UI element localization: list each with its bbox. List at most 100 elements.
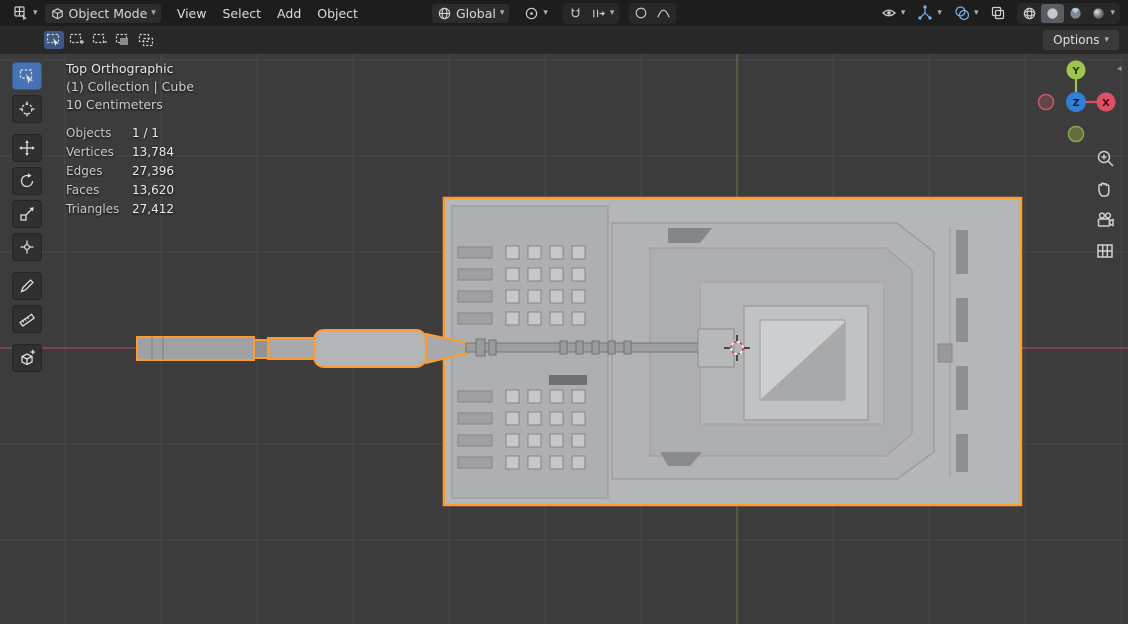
menu-add[interactable]: Add xyxy=(269,3,309,24)
toggle-grid-button[interactable] xyxy=(1093,239,1117,263)
pivot-point-dropdown[interactable]: ▾ xyxy=(519,4,553,23)
shading-material-icon xyxy=(1070,7,1082,19)
stat-label: Triangles xyxy=(66,202,120,216)
magnet-icon xyxy=(571,7,580,17)
tool-cursor[interactable] xyxy=(12,95,42,123)
chevron-down-icon: ▾ xyxy=(499,7,505,18)
stat-value: 13,620 xyxy=(132,183,174,197)
object-visibility-dropdown[interactable]: ▾ xyxy=(876,3,911,23)
proportional-circle-icon xyxy=(636,7,647,19)
stat-label: Faces xyxy=(66,183,100,197)
shading-rendered-button[interactable]: ▾ xyxy=(1087,4,1119,23)
svg-text:Y: Y xyxy=(1071,66,1080,77)
editor-type-icon xyxy=(14,6,27,21)
select-subtract-icon xyxy=(92,33,107,44)
tool-group-annotate xyxy=(12,272,42,333)
stat-value: 27,412 xyxy=(132,202,174,216)
transform-icon xyxy=(20,240,34,254)
options-dropdown[interactable]: Options ▾ xyxy=(1042,29,1120,51)
editor-type-button[interactable]: ▾ xyxy=(8,3,43,23)
stat-label: Edges xyxy=(66,164,103,178)
tool-group-select xyxy=(12,62,42,123)
tool-settings-bar: Options ▾ xyxy=(0,26,1128,54)
tool-select-box[interactable] xyxy=(12,62,42,90)
select-mode-group xyxy=(44,31,156,49)
tool-move[interactable] xyxy=(12,134,42,162)
select-mode-subtract[interactable] xyxy=(90,31,110,49)
pan-button[interactable] xyxy=(1093,177,1117,201)
stat-value: 1 / 1 xyxy=(132,126,159,140)
options-label: Options xyxy=(1053,33,1100,47)
tool-annotate[interactable] xyxy=(12,272,42,300)
gizmo-axis-neg-y[interactable] xyxy=(1067,125,1085,143)
tool-add-cube[interactable] xyxy=(12,344,42,372)
context-label: (1) Collection | Cube xyxy=(66,79,194,94)
svg-text:Z: Z xyxy=(1072,98,1079,109)
zoom-button[interactable] xyxy=(1093,146,1117,170)
stat-label: Vertices xyxy=(66,145,114,159)
rotate-icon xyxy=(20,173,34,188)
gizmo-axis-x[interactable]: X xyxy=(1096,92,1116,112)
select-mode-new[interactable] xyxy=(44,31,64,49)
snap-target-dropdown[interactable]: ▾ xyxy=(587,4,619,23)
tool-measure[interactable] xyxy=(12,305,42,333)
snap-toggle-button[interactable] xyxy=(564,4,587,23)
tool-rotate[interactable] xyxy=(12,167,42,195)
select-mode-extend[interactable] xyxy=(67,31,87,49)
tool-scale[interactable] xyxy=(12,200,42,228)
show-overlays-dropdown[interactable]: ▾ xyxy=(949,3,984,23)
viewport-header: ▾ Object Mode ▾ View Select Add Object G… xyxy=(0,0,1128,26)
gizmo-axis-neg-x[interactable] xyxy=(1037,93,1055,111)
snap-target-icon xyxy=(593,9,605,17)
visibility-eye-icon xyxy=(881,9,896,17)
shading-solid-button[interactable] xyxy=(1041,3,1065,23)
sidebar-toggle[interactable]: ◂ xyxy=(1117,64,1122,74)
chevron-down-icon: ▾ xyxy=(1110,7,1115,18)
shading-mode-group: ▾ xyxy=(1017,2,1120,24)
orientation-dropdown[interactable]: Global ▾ xyxy=(431,3,510,23)
camera-view-button[interactable] xyxy=(1093,208,1117,232)
shading-solid-icon xyxy=(1047,7,1059,19)
gizmo-icon xyxy=(918,5,933,20)
gizmo-axis-y[interactable]: Y xyxy=(1066,60,1086,80)
overlays-icon xyxy=(955,6,970,21)
cursor-icon xyxy=(19,101,35,117)
mode-label: Object Mode xyxy=(68,5,148,21)
svg-text:X: X xyxy=(1102,98,1110,109)
select-mode-invert[interactable] xyxy=(113,31,133,49)
chevron-down-icon: ▾ xyxy=(973,7,979,18)
mode-dropdown[interactable]: Object Mode ▾ xyxy=(44,3,161,23)
gizmo-axis-z[interactable]: Z xyxy=(1066,92,1086,112)
menu-view[interactable]: View xyxy=(169,3,215,24)
transform-orientation-group: Global ▾ xyxy=(431,3,510,23)
viewport-info-overlay: Top Orthographic (1) Collection | Cube 1… xyxy=(66,60,194,114)
select-mode-intersect[interactable] xyxy=(136,31,156,49)
grid-ortho-icon xyxy=(1097,244,1113,258)
select-box-icon xyxy=(19,69,33,84)
show-gizmo-dropdown[interactable]: ▾ xyxy=(912,3,947,23)
menu-select[interactable]: Select xyxy=(214,3,269,24)
cube-icon xyxy=(51,7,63,19)
proportional-falloff-dropdown[interactable] xyxy=(652,4,675,23)
tool-group-add xyxy=(12,344,42,372)
tank-object[interactable] xyxy=(136,196,1023,507)
chevron-down-icon: ▾ xyxy=(609,7,615,18)
navigation-gizmo[interactable]: Y X Z xyxy=(1036,56,1118,146)
select-invert-icon xyxy=(115,33,128,45)
shading-wireframe-button[interactable] xyxy=(1018,4,1041,23)
toggle-xray-button[interactable] xyxy=(985,3,1011,23)
view-label: Top Orthographic xyxy=(66,61,174,76)
stat-label: Objects xyxy=(66,126,112,140)
shading-material-button[interactable] xyxy=(1064,4,1087,23)
annotate-icon xyxy=(20,279,34,293)
chevron-down-icon: ▾ xyxy=(151,7,156,18)
globe-icon xyxy=(438,7,451,19)
proportional-edit-group xyxy=(629,2,677,24)
scale-label: 10 Centimeters xyxy=(66,97,163,112)
tool-transform[interactable] xyxy=(12,233,42,261)
chevron-down-icon: ▾ xyxy=(1104,34,1109,45)
proportional-edit-button[interactable] xyxy=(630,4,652,22)
snap-group: ▾ xyxy=(562,2,620,24)
menu-object[interactable]: Object xyxy=(309,3,366,24)
select-intersect-icon xyxy=(138,33,154,47)
